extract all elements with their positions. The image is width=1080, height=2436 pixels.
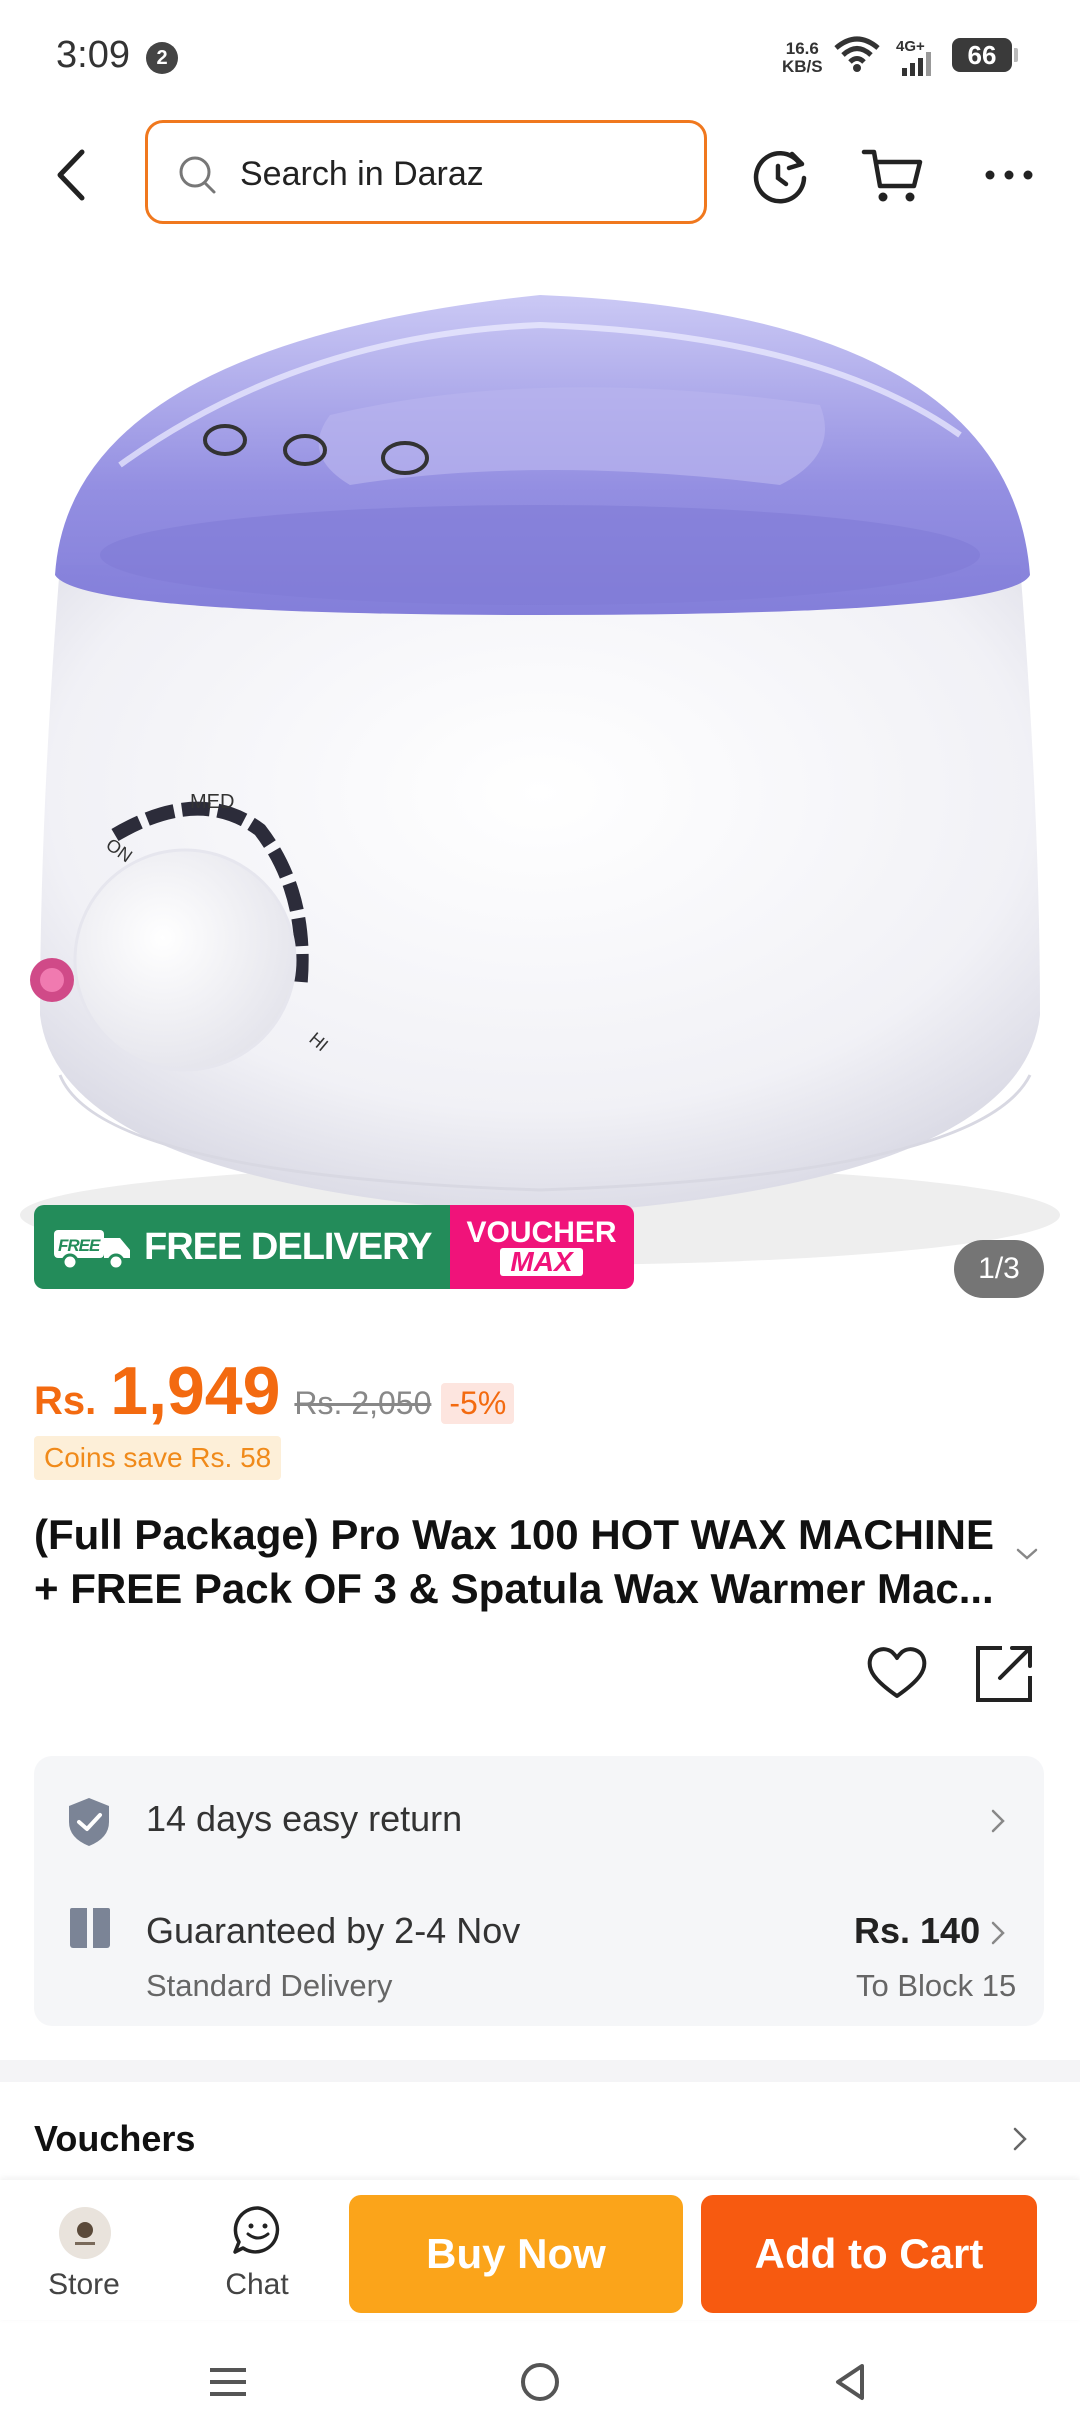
voucher-label: VOUCHER (466, 1216, 617, 1249)
shield-check-icon (69, 1798, 109, 1846)
free-delivery-label: FREE DELIVERY (144, 1225, 433, 1268)
buy-now-button[interactable]: Buy Now (349, 2195, 683, 2313)
back-nav-icon[interactable] (828, 2360, 872, 2404)
promo-badge: FREE FREE DELIVERY VOUCHER MAX (34, 1205, 634, 1289)
image-pager: 1/3 (954, 1240, 1044, 1298)
product-title: (Full Package) Pro Wax 100 HOT WAX MACHI… (34, 1511, 994, 1612)
delivery-location[interactable]: To Block 15 (856, 1968, 1016, 2004)
add-to-cart-button[interactable]: Add to Cart (701, 2195, 1037, 2313)
cart-icon[interactable] (858, 140, 928, 210)
system-nav-bar (0, 2336, 1080, 2436)
history-icon[interactable] (745, 140, 815, 210)
search-placeholder: Search in Daraz (240, 155, 484, 193)
price-row: Rs. 1,949 Rs. 2,050 -5% (34, 1352, 515, 1430)
notification-count-badge: 2 (146, 42, 178, 74)
share-icon[interactable] (972, 1640, 1038, 1706)
max-label: MAX (500, 1248, 583, 1276)
network-speed-unit: KB/S (782, 57, 823, 76)
battery-level: 66 (952, 38, 1012, 72)
wax-warmer-illustration: MED ON HI (20, 295, 1060, 1265)
delivery-truck-icon: FREE (52, 1224, 134, 1271)
section-divider (0, 2060, 1080, 2082)
store-avatar-icon (59, 2207, 111, 2259)
chat-tab[interactable]: Chat (197, 2180, 317, 2320)
coins-save-tag: Coins save Rs. 58 (34, 1436, 282, 1480)
price-amount: 1,949 (110, 1353, 281, 1429)
home-icon[interactable] (518, 2360, 562, 2404)
chat-label: Chat (225, 2268, 289, 2301)
recent-apps-icon[interactable] (208, 2362, 248, 2402)
delivery-type: Standard Delivery (146, 1968, 393, 2003)
search-bar[interactable]: Search in Daraz (145, 120, 707, 224)
knob-label-med: MED (190, 791, 234, 813)
status-time: 3:09 (56, 34, 130, 76)
more-options-icon[interactable] (974, 140, 1044, 210)
delivery-box-icon (70, 1908, 110, 1948)
voucher-max-badge: VOUCHER MAX (449, 1205, 634, 1289)
status-bar: 3:09 2 16.6 KB/S 4G+ 66 (0, 0, 1080, 110)
network-speed: 16.6 KB/S (782, 40, 823, 76)
battery-tip (1014, 48, 1018, 62)
delivery-price: Rs. 140 (854, 1910, 981, 1951)
free-label: FREE (58, 1236, 101, 1255)
return-chevron-icon[interactable] (988, 1806, 1008, 1836)
service-card: 14 days easy return Guaranteed by 2-4 No… (34, 1756, 1044, 2026)
product-image[interactable]: MED ON HI (0, 255, 1080, 1285)
signal-icon (902, 52, 931, 76)
chat-icon (233, 2206, 280, 2254)
delivery-chevron-icon[interactable] (988, 1918, 1008, 1948)
network-speed-value: 16.6 (785, 39, 819, 58)
wishlist-heart-icon[interactable] (864, 1640, 930, 1706)
return-policy-text[interactable]: 14 days easy return (146, 1798, 462, 1840)
store-tab[interactable]: Store (24, 2180, 144, 2320)
top-header: Search in Daraz (0, 110, 1080, 240)
vouchers-chevron-icon[interactable] (1010, 2124, 1030, 2154)
original-price: Rs. 2,050 (294, 1385, 432, 1421)
bottom-action-bar: Store Chat Buy Now Add to Cart (0, 2180, 1080, 2320)
vouchers-heading[interactable]: Vouchers (34, 2118, 195, 2160)
free-delivery-badge: FREE FREE DELIVERY (34, 1205, 450, 1289)
wifi-icon (834, 36, 880, 72)
search-icon (179, 156, 216, 194)
price-currency: Rs. (34, 1379, 97, 1423)
back-arrow-icon[interactable] (40, 140, 100, 210)
delivery-date[interactable]: Guaranteed by 2-4 Nov (146, 1910, 520, 1952)
discount-badge: -5% (441, 1383, 515, 1424)
expand-title-chevron-icon[interactable] (1012, 1544, 1042, 1564)
store-label: Store (48, 2268, 120, 2301)
